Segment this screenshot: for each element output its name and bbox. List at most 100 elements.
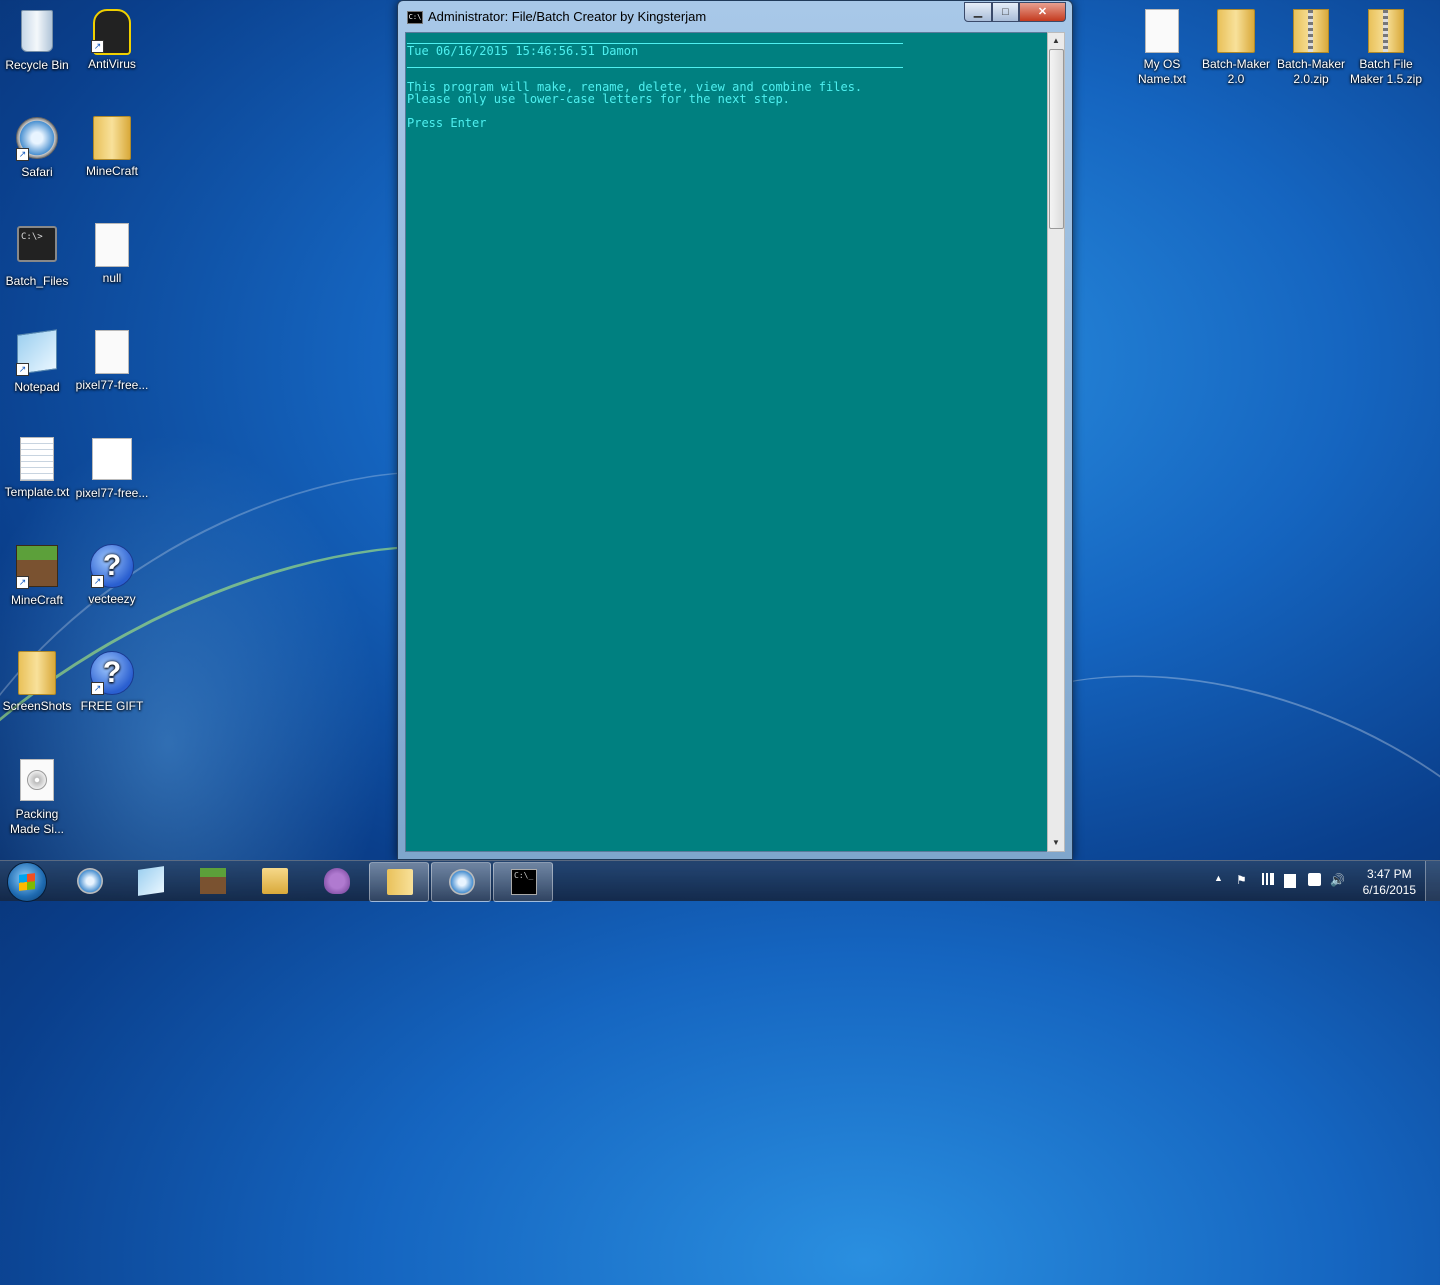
zip-folder-icon xyxy=(1288,9,1334,55)
desktop-icon-my-os-name[interactable]: My OS Name.txt xyxy=(1124,7,1200,87)
pidgin-icon xyxy=(324,868,350,894)
desktop-icon-label: null xyxy=(102,271,122,285)
notepad-icon xyxy=(138,866,164,896)
console-datetime: Tue 06/16/2015 15:46:56.51 Damon xyxy=(407,44,639,58)
network-icon[interactable] xyxy=(1260,873,1274,885)
action-center-flag-icon[interactable]: ⚑ xyxy=(1236,873,1247,887)
device-icon[interactable] xyxy=(1284,874,1296,888)
divider xyxy=(407,67,903,68)
desktop-icon-label: MineCraft xyxy=(10,593,63,607)
show-hidden-icons-icon[interactable]: ▲ xyxy=(1214,873,1223,883)
desktop-icon-label: Safari xyxy=(21,165,53,179)
zip-folder-icon xyxy=(1363,9,1409,55)
minimize-button[interactable]: ▁ xyxy=(964,2,992,22)
desktop-icon-minecraft[interactable]: ↗ MineCraft xyxy=(0,542,75,608)
safari-icon xyxy=(449,869,475,895)
desktop-icon-label: Batch_Files xyxy=(5,274,69,288)
minecraft-icon: ↗ xyxy=(14,545,60,591)
taskbar-folder[interactable] xyxy=(369,862,429,902)
desktop-icon-notepad[interactable]: ↗ Notepad xyxy=(0,328,75,395)
desktop-icon-label: Template.txt xyxy=(4,485,70,499)
desktop-icon-free-gift[interactable]: ? ↗ FREE GIFT xyxy=(74,649,150,714)
taskbar-cmd[interactable]: C:\_ xyxy=(493,862,553,902)
antivirus-icon: ↗ xyxy=(89,9,135,55)
desktop-icon-label: Recycle Bin xyxy=(5,58,69,72)
desktop-icon-batch-file-maker-zip[interactable]: Batch File Maker 1.5.zip xyxy=(1348,7,1424,87)
explorer-icon xyxy=(262,868,288,894)
folder-icon xyxy=(89,116,135,162)
desktop-icon-label: pixel77-free... xyxy=(75,378,149,392)
system-tray: ▲ ⚑ 🔊 3:47 PM 6/16/2015 xyxy=(1200,861,1440,901)
security-alert-icon[interactable] xyxy=(1308,873,1321,886)
desktop-icon-minecraft-folder[interactable]: MineCraft xyxy=(74,114,150,179)
clock-time: 3:47 PM xyxy=(1366,867,1412,881)
console-window[interactable]: C:\ Administrator: File/Batch Creator by… xyxy=(397,0,1073,860)
desktop-icon-pixel77-1[interactable]: pixel77-free... xyxy=(74,328,150,393)
scroll-up-arrow-icon[interactable]: ▲ xyxy=(1048,33,1064,49)
volume-icon[interactable]: 🔊 xyxy=(1330,873,1345,887)
cmd-icon: C:\_ xyxy=(511,869,537,895)
desktop-icon-label: Batch File Maker 1.5.zip xyxy=(1349,57,1423,86)
taskbar-pidgin[interactable] xyxy=(307,862,365,900)
file-icon xyxy=(1139,9,1185,55)
recycle-bin-icon xyxy=(14,10,60,56)
safari-icon xyxy=(77,868,103,894)
desktop-icon-label: My OS Name.txt xyxy=(1137,57,1186,86)
console-line: Please only use lower-case letters for t… xyxy=(407,92,790,106)
desktop-icon-packing[interactable]: Packing Made Si... xyxy=(0,756,75,837)
console-output[interactable]: Tue 06/16/2015 15:46:56.51 Damon This pr… xyxy=(405,32,1048,852)
folder-icon xyxy=(1213,9,1259,55)
folder-icon xyxy=(387,869,413,895)
clock-date: 6/16/2015 xyxy=(1362,883,1416,897)
desktop-icon-recycle-bin[interactable]: Recycle Bin xyxy=(0,7,75,73)
window-titlebar[interactable]: C:\ Administrator: File/Batch Creator by… xyxy=(398,1,1072,31)
vertical-scrollbar[interactable]: ▲ ▼ xyxy=(1047,32,1065,852)
cmd-icon: C:\ xyxy=(407,11,423,24)
maximize-button[interactable]: □ xyxy=(992,2,1019,22)
clock[interactable]: 3:47 PM 6/16/2015 xyxy=(1363,866,1416,898)
window-title: Administrator: File/Batch Creator by Kin… xyxy=(428,9,707,24)
folder-icon xyxy=(14,651,60,697)
start-button[interactable] xyxy=(7,862,47,902)
show-desktop-button[interactable] xyxy=(1425,861,1440,901)
desktop-icon-screenshots[interactable]: ScreenShots xyxy=(0,649,75,714)
desktop-icon-vecteezy[interactable]: ? ↗ vecteezy xyxy=(74,542,150,607)
scroll-down-arrow-icon[interactable]: ▼ xyxy=(1048,835,1064,851)
desktop-icon-label: FREE GIFT xyxy=(80,699,144,713)
desktop-icon-batch-maker-zip[interactable]: Batch-Maker 2.0.zip xyxy=(1273,7,1349,87)
taskbar: C:\_ ▲ ⚑ 🔊 3:47 PM 6/16/2015 xyxy=(0,860,1440,902)
desktop-icon-label: Batch-Maker 2.0 xyxy=(1201,57,1271,86)
desktop-icon-template-txt[interactable]: Template.txt xyxy=(0,435,75,500)
desktop-icon-label: ScreenShots xyxy=(2,699,72,713)
notepad-icon: ↗ xyxy=(14,329,60,378)
desktop-icon-batch-maker-folder[interactable]: Batch-Maker 2.0 xyxy=(1198,7,1274,87)
paint-file-icon xyxy=(89,438,135,484)
disc-file-icon xyxy=(14,759,60,805)
desktop-icon-pixel77-2[interactable]: pixel77-free... xyxy=(74,435,150,501)
desktop-icon-label: Packing Made Si... xyxy=(9,807,65,836)
desktop-icon-label: Batch-Maker 2.0.zip xyxy=(1276,57,1346,86)
taskbar-minecraft[interactable] xyxy=(183,862,241,900)
desktop-icon-safari[interactable]: ↗ Safari xyxy=(0,114,75,180)
desktop-icon-label: pixel77-free... xyxy=(75,486,149,500)
desktop-icon-label: vecteezy xyxy=(88,592,136,606)
desktop-icon-label: MineCraft xyxy=(85,164,138,178)
help-icon: ? ↗ xyxy=(89,651,135,697)
desktop-icon-null[interactable]: null xyxy=(74,221,150,286)
text-file-icon xyxy=(14,437,60,483)
desktop-icon-antivirus[interactable]: ↗ AntiVirus xyxy=(74,7,150,72)
taskbar-safari[interactable] xyxy=(60,862,118,900)
cmd-icon: C:\> xyxy=(14,226,60,272)
desktop-icon-batch-files[interactable]: C:\> Batch_Files xyxy=(0,221,75,289)
desktop-icon-label: AntiVirus xyxy=(88,57,136,71)
help-icon: ? ↗ xyxy=(89,544,135,590)
window-controls: ▁ □ ✕ xyxy=(964,2,1066,22)
taskbar-notepad[interactable] xyxy=(121,862,179,900)
desktop-icon-label: Notepad xyxy=(14,380,60,394)
taskbar-explorer[interactable] xyxy=(245,862,303,900)
close-button[interactable]: ✕ xyxy=(1019,2,1066,22)
taskbar-safari-active[interactable] xyxy=(431,862,491,902)
minecraft-icon xyxy=(200,868,226,894)
console-prompt: Press Enter xyxy=(407,116,487,130)
scroll-thumb[interactable] xyxy=(1049,49,1064,229)
